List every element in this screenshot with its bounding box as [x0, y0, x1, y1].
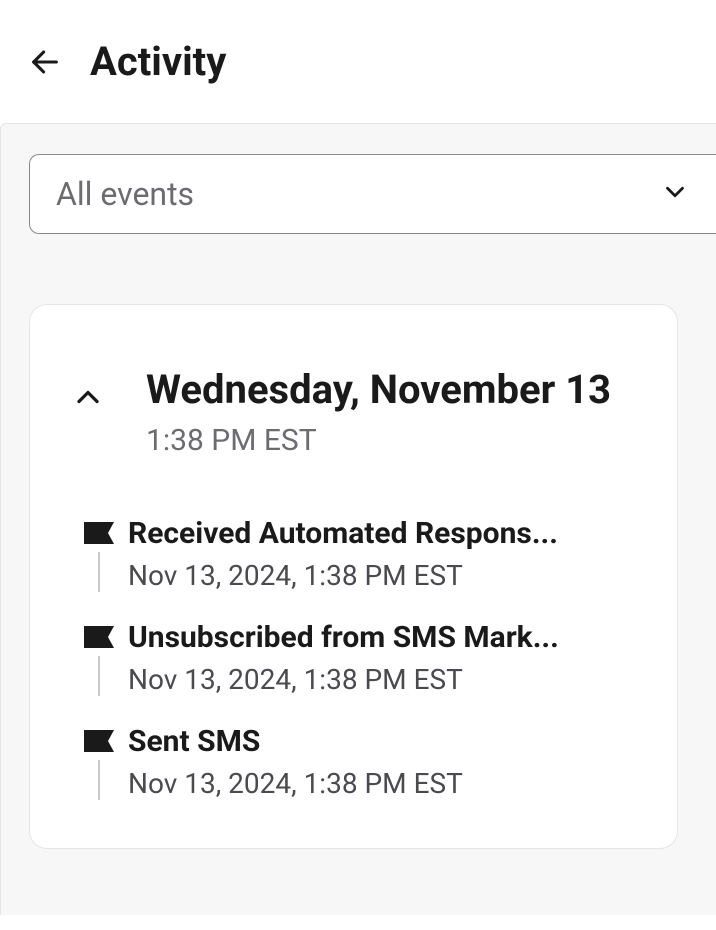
- event-timestamp: Nov 13, 2024, 1:38 PM EST: [128, 663, 637, 696]
- flag-icon: [84, 522, 114, 544]
- event-title: Sent SMS: [128, 724, 637, 759]
- flag-icon: [84, 626, 114, 648]
- date-time-label: 1:38 PM EST: [146, 423, 637, 458]
- event-icon-column: [70, 724, 128, 800]
- timeline-connector: [98, 552, 100, 592]
- event-filter-select[interactable]: All events: [29, 154, 716, 234]
- timeline-connector: [98, 656, 100, 696]
- arrow-left-icon: [28, 45, 62, 79]
- date-label: Wednesday, November 13: [146, 365, 637, 415]
- event-icon-column: [70, 516, 128, 592]
- timeline-connector: [98, 760, 100, 800]
- back-button[interactable]: [28, 45, 62, 79]
- event-icon-column: [70, 620, 128, 696]
- activity-date-card: Wednesday, November 13 1:38 PM EST Recei…: [29, 304, 678, 849]
- content-area: All events Wednesday, November 13 1:38 P…: [0, 123, 716, 915]
- chevron-up-icon: [70, 379, 106, 415]
- event-timestamp: Nov 13, 2024, 1:38 PM EST: [128, 767, 637, 800]
- date-group-header[interactable]: Wednesday, November 13 1:38 PM EST: [70, 365, 637, 458]
- event-content: Unsubscribed from SMS Mark... Nov 13, 20…: [128, 620, 637, 696]
- event-content: Received Automated Respons... Nov 13, 20…: [128, 516, 637, 592]
- event-item[interactable]: Unsubscribed from SMS Mark... Nov 13, 20…: [70, 620, 637, 724]
- filter-selected-label: All events: [56, 175, 194, 213]
- event-timestamp: Nov 13, 2024, 1:38 PM EST: [128, 559, 637, 592]
- event-content: Sent SMS Nov 13, 2024, 1:38 PM EST: [128, 724, 637, 800]
- page-header: Activity: [0, 0, 716, 123]
- event-title: Unsubscribed from SMS Mark...: [128, 620, 637, 655]
- event-item[interactable]: Sent SMS Nov 13, 2024, 1:38 PM EST: [70, 724, 637, 828]
- flag-icon: [84, 730, 114, 752]
- date-info: Wednesday, November 13 1:38 PM EST: [146, 365, 637, 458]
- event-item[interactable]: Received Automated Respons... Nov 13, 20…: [70, 516, 637, 620]
- page-title: Activity: [90, 38, 226, 85]
- chevron-down-icon: [660, 177, 690, 211]
- event-list: Received Automated Respons... Nov 13, 20…: [70, 516, 637, 828]
- collapse-toggle[interactable]: [70, 379, 106, 419]
- event-title: Received Automated Respons...: [128, 516, 637, 551]
